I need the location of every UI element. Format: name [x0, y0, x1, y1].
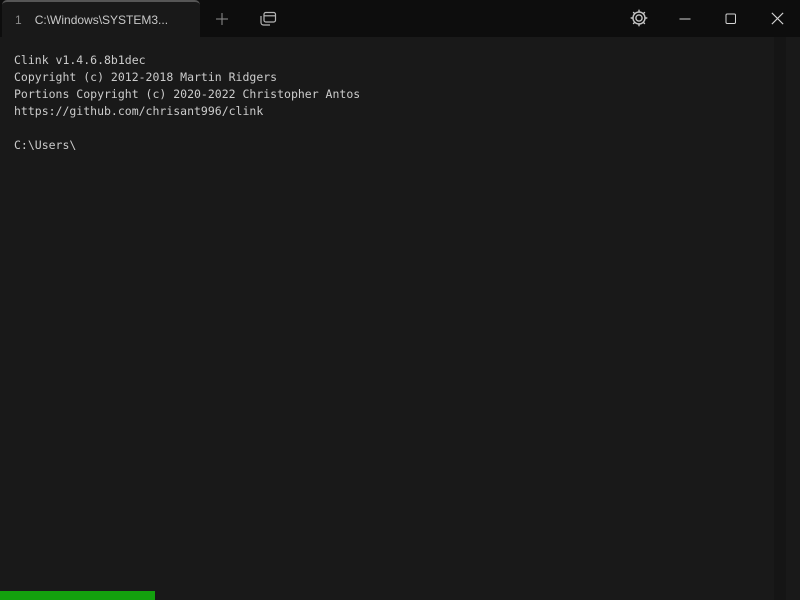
- tab-switcher-button[interactable]: [255, 6, 281, 32]
- settings-button[interactable]: [626, 5, 652, 31]
- terminal-window: 1 C:\Windows\SYSTEM3...: [0, 0, 800, 600]
- caption-buttons: [662, 0, 800, 37]
- close-icon: [771, 12, 784, 25]
- tab-index: 1: [15, 13, 22, 27]
- terminal-content[interactable]: Clink v1.4.6.8b1dec Copyright (c) 2012-2…: [0, 37, 800, 600]
- maximize-icon: [725, 13, 737, 25]
- maximize-button[interactable]: [708, 0, 754, 37]
- tab-title: C:\Windows\SYSTEM3...: [35, 13, 168, 27]
- bottom-green-bar: [0, 591, 155, 600]
- gear-icon: [629, 8, 649, 28]
- plus-icon: [211, 8, 233, 30]
- terminal-line-copyright: Copyright (c) 2012-2018 Martin Ridgers: [14, 69, 800, 86]
- terminal-prompt: C:\Users\: [14, 137, 800, 154]
- tab-switcher-icon: [256, 7, 280, 31]
- scrollbar-track[interactable]: [774, 37, 786, 600]
- titlebar-drag-region[interactable]: [281, 0, 626, 37]
- terminal-line-version: Clink v1.4.6.8b1dec: [14, 52, 800, 69]
- minimize-icon: [679, 13, 691, 25]
- titlebar: 1 C:\Windows\SYSTEM3...: [0, 0, 800, 37]
- terminal-line-blank: [14, 120, 800, 137]
- close-button[interactable]: [754, 0, 800, 37]
- minimize-button[interactable]: [662, 0, 708, 37]
- new-tab-button[interactable]: [209, 6, 235, 32]
- terminal-line-portions: Portions Copyright (c) 2020-2022 Christo…: [14, 86, 800, 103]
- terminal-line-url: https://github.com/chrisant996/clink: [14, 103, 800, 120]
- tab-cmd[interactable]: 1 C:\Windows\SYSTEM3...: [2, 0, 200, 37]
